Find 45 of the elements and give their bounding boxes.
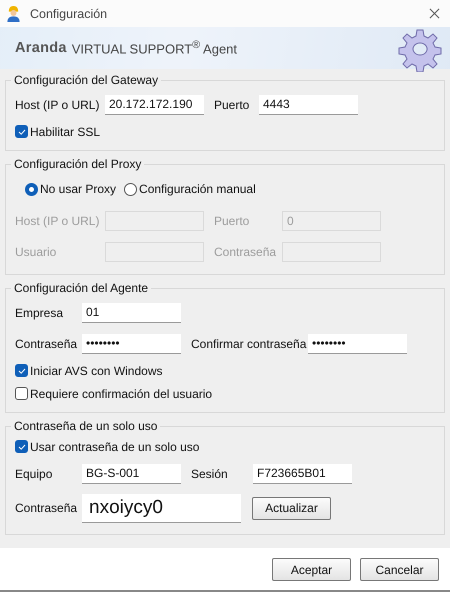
refresh-button[interactable]: Actualizar [252, 496, 331, 520]
person-icon [6, 5, 21, 22]
checkbox-label: Iniciar AVS con Windows [30, 364, 162, 378]
group-title: Configuración del Agente [13, 281, 150, 295]
radio-button[interactable] [25, 182, 38, 196]
close-icon[interactable] [429, 8, 440, 19]
accept-button[interactable]: Aceptar [272, 558, 351, 581]
field-label: Empresa [15, 306, 64, 320]
field-label: Contraseña [214, 244, 278, 258]
radio-label: Configuración manual [139, 182, 256, 196]
gear-icon [398, 28, 442, 72]
field-label: Host (IP o URL) [15, 214, 100, 228]
field-label: Puerto [214, 98, 250, 112]
field-label: Puerto [214, 214, 250, 228]
cancel-button[interactable]: Cancelar [360, 558, 439, 581]
field-label: Equipo [15, 466, 54, 480]
radio-label: No usar Proxy [40, 182, 116, 196]
field-label: Usuario [15, 244, 58, 258]
checkbox[interactable] [15, 125, 28, 138]
password-display: nxoiycy0 [82, 494, 241, 522]
checkbox[interactable] [15, 387, 28, 400]
input-field[interactable]: F723665B01 [253, 464, 352, 484]
field-label: Contraseña [15, 336, 78, 350]
checkbox-label: Usar contraseña de un solo uso [30, 440, 200, 454]
input-field[interactable]: 4443 [259, 94, 358, 114]
field-label: Contraseña [15, 501, 78, 515]
radio-button[interactable] [124, 182, 138, 196]
checkbox-label: Requiere confirmación del usuario [30, 386, 212, 400]
field-label: Confirmar contraseña [191, 336, 308, 350]
window-title: Configuración [30, 6, 108, 20]
checkbox-label: Habilitar SSL [30, 124, 100, 138]
checkbox[interactable] [15, 440, 28, 453]
group-title: Configuración del Proxy [13, 157, 142, 171]
product-name: VIRTUAL SUPPORT$^{®}$ Agent [72, 39, 238, 57]
checkbox[interactable] [15, 364, 28, 377]
input-field[interactable]: •••••••• [308, 334, 407, 354]
input-field[interactable]: 01 [82, 302, 181, 322]
group-title: Configuración del Gateway [13, 73, 160, 87]
input-field[interactable]: 20.172.172.190 [105, 94, 204, 114]
field-label: Host (IP o URL) [15, 98, 100, 112]
input-field[interactable]: BG-S-001 [82, 464, 181, 484]
field-label: Sesión [191, 466, 229, 480]
input-field[interactable]: •••••••• [82, 334, 181, 354]
group-title: Contraseña de un solo uso [13, 419, 158, 433]
brand-name: Aranda [15, 40, 67, 56]
